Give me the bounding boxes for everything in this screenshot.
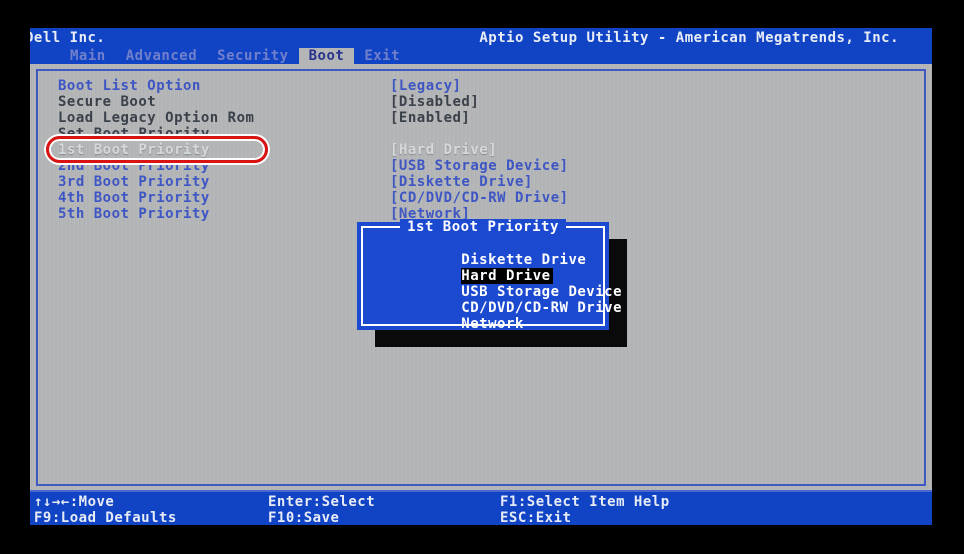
setting-label: Load Legacy Option Rom (58, 110, 390, 126)
tab-exit[interactable]: Exit (354, 48, 410, 64)
popup-option-diskette-drive[interactable]: Diskette Drive (372, 236, 603, 252)
footer-row-1: ↑↓→←:Move Enter:Select F1:Select Item He… (34, 494, 932, 510)
setting-value: [Enabled] (390, 110, 470, 126)
hint-esc-exit: ESC:Exit (500, 510, 932, 525)
hint-f1-select-item-help: F1:Select Item Help (500, 494, 932, 510)
monitor-photo: { "header": { "vendor": "Dell Inc.", "ti… (0, 0, 964, 554)
setting-label: 4th Boot Priority (58, 190, 390, 206)
setting-value: [Diskette Drive] (390, 174, 533, 190)
popup-title: 1st Boot Priority (363, 219, 603, 235)
setting-label: 5th Boot Priority (58, 206, 390, 222)
setting-row-secure-boot[interactable]: Secure Boot [Disabled] (58, 94, 918, 110)
setting-value: [CD/DVD/CD-RW Drive] (390, 190, 569, 206)
boot-priority-popup: 1st Boot Priority Diskette Drive Hard Dr… (357, 222, 609, 330)
tab-advanced[interactable]: Advanced (116, 48, 207, 64)
setting-value: [USB Storage Device] (390, 158, 569, 174)
setting-label: Secure Boot (58, 94, 390, 110)
tab-main[interactable]: Main (60, 48, 116, 64)
title-bar: Dell Inc. Aptio Setup Utility - American… (30, 28, 932, 48)
setting-label: 3rd Boot Priority (58, 174, 390, 190)
setting-value: [Legacy] (390, 78, 461, 94)
hint-enter-select: Enter:Select (268, 494, 500, 510)
main-panel: Boot List Option [Legacy] Secure Boot [D… (30, 64, 932, 490)
setting-value: [Disabled] (390, 94, 479, 110)
menu-bar: Main Advanced Security Boot Exit (30, 48, 932, 64)
vendor-label: Dell Inc. (30, 30, 105, 46)
app-title: Aptio Setup Utility - American Megatrend… (479, 30, 899, 46)
tab-boot[interactable]: Boot (299, 48, 355, 64)
footer-row-2: F9:Load Defaults F10:Save ESC:Exit (34, 510, 932, 525)
setting-row-3rd-boot-priority[interactable]: 3rd Boot Priority [Diskette Drive] (58, 174, 918, 190)
setting-row-boot-list-option[interactable]: Boot List Option [Legacy] (58, 78, 918, 94)
annotation-red-ellipse (46, 136, 268, 163)
tab-security[interactable]: Security (207, 48, 298, 64)
hint-f9-load-defaults: F9:Load Defaults (34, 510, 268, 525)
popup-border-box: 1st Boot Priority Diskette Drive Hard Dr… (361, 226, 605, 326)
footer-bar: ↑↓→←:Move Enter:Select F1:Select Item He… (30, 490, 932, 525)
bios-screen: Dell Inc. Aptio Setup Utility - American… (30, 28, 932, 525)
setting-value: [Hard Drive] (390, 142, 497, 158)
setting-label: Boot List Option (58, 78, 390, 94)
hint-move: ↑↓→←:Move (34, 494, 268, 510)
hint-f10-save: F10:Save (268, 510, 500, 525)
setting-row-load-legacy-option-rom[interactable]: Load Legacy Option Rom [Enabled] (58, 110, 918, 126)
setting-row-4th-boot-priority[interactable]: 4th Boot Priority [CD/DVD/CD-RW Drive] (58, 190, 918, 206)
